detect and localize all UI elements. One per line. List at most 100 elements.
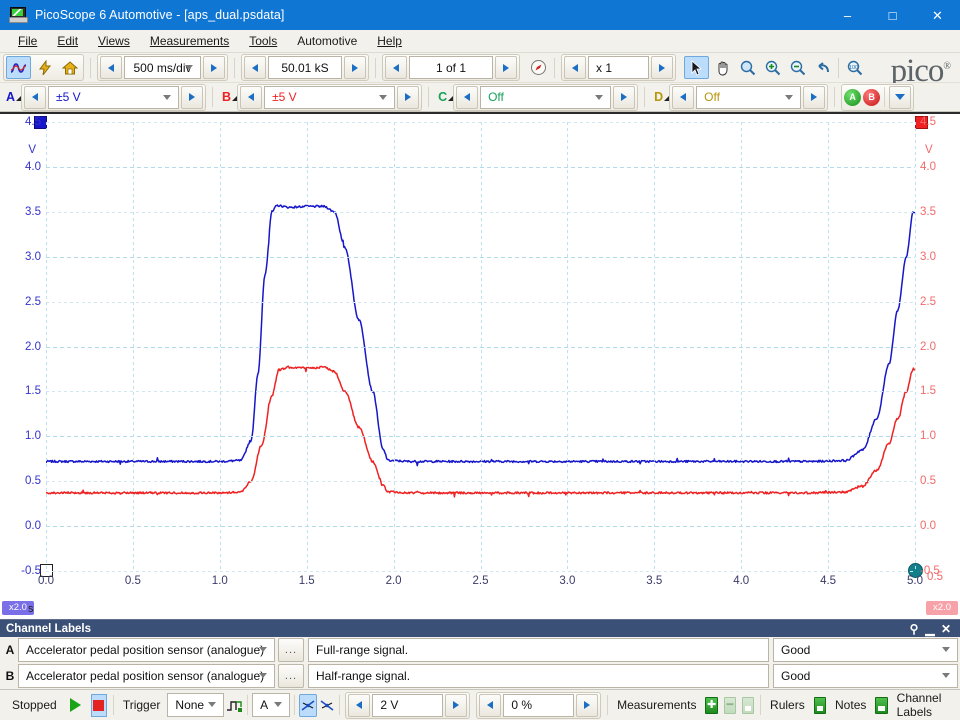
- channel-a-range-field[interactable]: ±5 V: [48, 86, 179, 109]
- zoom-factor-field[interactable]: x 1: [588, 56, 649, 79]
- channel-d-button[interactable]: D: [648, 90, 666, 104]
- grid-line-vertical: [133, 122, 134, 571]
- page-value: 1 of 1: [436, 61, 466, 75]
- channel-d-range-prev[interactable]: [672, 86, 694, 109]
- pin-icon[interactable]: ⚲: [906, 621, 922, 637]
- timebase-prev-button[interactable]: [100, 56, 122, 79]
- page-next-button[interactable]: [495, 56, 517, 79]
- chevron-down-icon: [259, 673, 267, 678]
- channel-d-range-field[interactable]: Off: [696, 86, 801, 109]
- menu-automotive[interactable]: Automotive: [287, 31, 367, 51]
- menu-help[interactable]: Help: [367, 31, 412, 51]
- remove-measurement-icon[interactable]: ━: [724, 697, 736, 714]
- timebase-field[interactable]: 500 ms/div: [124, 56, 201, 79]
- row-a-quality-combo[interactable]: Good: [773, 638, 958, 662]
- threshold-field[interactable]: 2 V: [372, 694, 443, 717]
- menu-views[interactable]: Views: [88, 31, 140, 51]
- y-axis-tick-right: 2.5: [920, 296, 936, 308]
- probe-b-indicator[interactable]: B: [863, 89, 880, 106]
- y-axis-tick-left: 0.5: [25, 475, 41, 487]
- menu-tools[interactable]: Tools: [239, 31, 287, 51]
- measurement-grid-icon[interactable]: [742, 697, 754, 714]
- trigger-advanced-icon[interactable]: [226, 695, 243, 716]
- menu-measurements-label: Measurements: [150, 34, 229, 48]
- row-a-browse-button[interactable]: ...: [278, 638, 304, 662]
- channel-c-range-next[interactable]: [613, 86, 635, 109]
- pretrigger-prev-button[interactable]: [479, 694, 501, 717]
- probe-dropdown-button[interactable]: [889, 86, 911, 109]
- minimize-button[interactable]: –: [825, 0, 870, 30]
- pretrigger-next-button[interactable]: [576, 694, 598, 717]
- home-icon[interactable]: [58, 57, 81, 78]
- samples-value: 50.01 kS: [281, 61, 328, 75]
- menu-edit[interactable]: Edit: [47, 31, 88, 51]
- add-measurement-icon[interactable]: ✚: [705, 697, 717, 714]
- waveform-plot[interactable]: 0.5 V V x2.0 x2.0 s 4.54.54.04.03.53.53.…: [46, 122, 915, 571]
- zoom-prev-button[interactable]: [564, 56, 586, 79]
- row-b-name-combo[interactable]: Accelerator pedal position sensor (analo…: [18, 664, 275, 688]
- menu-tools-label: Tools: [249, 34, 277, 48]
- pico-logo-word: pico®: [824, 52, 954, 86]
- threshold-prev-button[interactable]: [348, 694, 370, 717]
- scope-view[interactable]: 0.5 V V x2.0 x2.0 s 4.54.54.04.03.53.53.…: [0, 112, 960, 619]
- waveform-icon[interactable]: [6, 56, 31, 79]
- row-b-browse-button[interactable]: ...: [278, 664, 304, 688]
- samples-next-button[interactable]: [344, 56, 366, 79]
- pointer-icon[interactable]: [684, 56, 709, 79]
- x-axis-tick: 3.5: [646, 575, 662, 587]
- channel-c-button[interactable]: C: [432, 90, 450, 104]
- chevron-down-icon: [185, 65, 193, 70]
- channel-d-range-next[interactable]: [803, 86, 825, 109]
- channel-b-range-next[interactable]: [397, 86, 419, 109]
- row-a-note-field[interactable]: Full-range signal.: [308, 638, 769, 662]
- grid-line-vertical: [481, 122, 482, 571]
- channel-b-range-prev[interactable]: [240, 86, 262, 109]
- zoom-in-icon[interactable]: [761, 57, 784, 78]
- x-axis-tick: 2.0: [386, 575, 402, 587]
- y-axis-tick-right: 1.5: [920, 385, 936, 397]
- channel-c-range-prev[interactable]: [456, 86, 478, 109]
- rising-edge-icon[interactable]: [299, 694, 317, 717]
- hand-icon[interactable]: [711, 57, 734, 78]
- samples-prev-button[interactable]: [244, 56, 266, 79]
- compass-icon[interactable]: [527, 57, 550, 78]
- zoom-window-icon[interactable]: [736, 57, 759, 78]
- row-b-quality-combo[interactable]: Good: [773, 664, 958, 688]
- row-b-note-field[interactable]: Half-range signal.: [308, 664, 769, 688]
- channel-a-range-prev[interactable]: [24, 86, 46, 109]
- row-a-name-combo[interactable]: Accelerator pedal position sensor (analo…: [18, 638, 275, 662]
- channel-b-button[interactable]: B: [216, 90, 234, 104]
- menu-views-label: Views: [98, 34, 130, 48]
- maximize-icon: □: [889, 9, 897, 22]
- channel-c-range-field[interactable]: Off: [480, 86, 611, 109]
- probe-a-indicator[interactable]: A: [844, 89, 861, 106]
- rulers-panel-icon[interactable]: [814, 697, 826, 714]
- menu-file[interactable]: File: [8, 31, 47, 51]
- zoom-out-icon[interactable]: [786, 57, 809, 78]
- channel-a-range-next[interactable]: [181, 86, 203, 109]
- samples-field[interactable]: 50.01 kS: [268, 56, 342, 79]
- play-icon[interactable]: [70, 698, 81, 712]
- trigger-mode-field[interactable]: None: [167, 693, 224, 717]
- close-button[interactable]: ✕: [915, 0, 960, 30]
- page-prev-button[interactable]: [385, 56, 407, 79]
- menu-measurements[interactable]: Measurements: [140, 31, 239, 51]
- channel-a-button[interactable]: A: [0, 90, 18, 104]
- close-icon[interactable]: ✕: [938, 621, 954, 637]
- pretrigger-field[interactable]: 0 %: [503, 694, 574, 717]
- minimize-icon[interactable]: ▁: [922, 621, 938, 637]
- page-field[interactable]: 1 of 1: [409, 56, 493, 79]
- threshold-next-button[interactable]: [445, 694, 467, 717]
- status-bar: Stopped Trigger None A 2 V: [0, 689, 960, 720]
- stop-button[interactable]: [91, 694, 107, 717]
- zoom-next-button[interactable]: [651, 56, 673, 79]
- timebase-next-button[interactable]: [203, 56, 225, 79]
- channel-b-range-field[interactable]: ±5 V: [264, 86, 395, 109]
- pretrigger-group: 0 %: [476, 692, 601, 719]
- grid-line-vertical: [394, 122, 395, 571]
- trigger-source-field[interactable]: A: [252, 693, 290, 717]
- lightning-icon[interactable]: [33, 57, 56, 78]
- maximize-button[interactable]: □: [870, 0, 915, 30]
- notes-panel-icon[interactable]: [875, 697, 887, 714]
- falling-edge-icon[interactable]: [319, 695, 335, 716]
